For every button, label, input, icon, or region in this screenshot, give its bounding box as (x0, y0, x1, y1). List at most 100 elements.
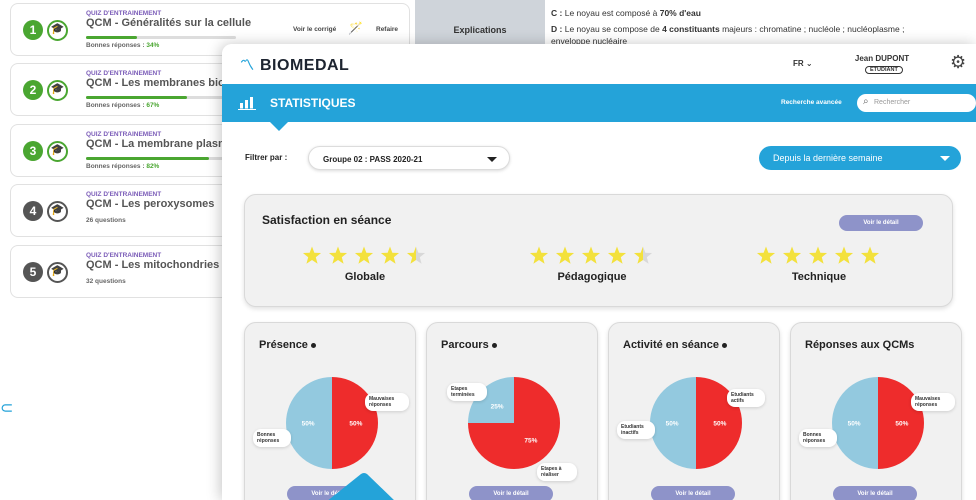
star-icon (581, 246, 601, 264)
star-icon (808, 246, 828, 264)
star-rating (756, 246, 880, 264)
star-icon (860, 246, 880, 264)
pie-chart: 50% 50% (832, 377, 924, 469)
view-detail-button[interactable]: Voir le détail (839, 215, 923, 231)
activity-card: Activité en séance 50% 50% Etudiants acti… (608, 322, 780, 500)
quiz-number: 5 (23, 262, 43, 282)
satisfaction-card: Satisfaction en séance Voir le détail Gl… (244, 194, 953, 307)
logo[interactable]: 〽 BIOMEDAL (240, 55, 349, 75)
info-icon[interactable] (491, 342, 497, 348)
graduation-cap-icon: 🎓 (47, 20, 68, 41)
legend-bubble: Mauvaises réponses (911, 393, 955, 411)
quiz-question-count: 26 questions (86, 217, 126, 224)
quiz-title: QCM - Généralités sur la cellule (86, 17, 252, 29)
legend-bubble: Bonnes réponses (253, 429, 291, 447)
quiz-score: Bonnes réponses : 34% (86, 42, 160, 49)
gear-icon[interactable]: ⚙ (950, 52, 966, 73)
logo-mark-icon: 〽 (240, 57, 255, 73)
bar-chart-icon (238, 97, 256, 110)
view-detail-button[interactable]: Voir le détail (651, 486, 735, 500)
language-selector[interactable]: FR ⌄ (793, 59, 813, 68)
partial-icon: ⊂ (0, 400, 14, 417)
retry-link[interactable]: Refaire (376, 26, 398, 33)
quiz-number: 2 (23, 80, 43, 100)
pie-slice-value: 50% (713, 421, 726, 428)
star-rating (302, 246, 426, 264)
quiz-type: QUIZ D'ENTRAINEMENT (86, 131, 162, 138)
user-role-badge: ÉTUDIANT (865, 66, 903, 74)
pie-slice-value: 50% (349, 421, 362, 428)
graduation-cap-icon: 🎓 (47, 262, 68, 283)
graduation-cap-icon: 🎓 (47, 141, 68, 162)
legend-bubble: Etapes terminées (447, 383, 487, 401)
search-input[interactable]: ⌕ Rechercher (857, 94, 976, 112)
explanation-line-c: C : Le noyau est composé à 70% d'eau (551, 8, 701, 18)
view-detail-button[interactable]: Voir le détail (469, 486, 553, 500)
quiz-type: QUIZ D'ENTRAINEMENT (86, 191, 162, 198)
legend-bubble: Etudiants inactifs (617, 421, 655, 439)
star-icon (380, 246, 400, 264)
explanation-line-d: D : Le noyau se compose de 4 constituant… (551, 24, 905, 34)
caret-down-icon (487, 157, 497, 162)
legend-bubble: Mauvaises réponses (365, 393, 409, 411)
qcm-answers-card: Réponses aux QCMs 50% 50% Mauvaises répon… (790, 322, 962, 500)
legend-bubble: Etudiants actifs (727, 389, 765, 407)
graduation-cap-icon: 🎓 (47, 201, 68, 222)
quiz-type: QUIZ D'ENTRAINEMENT (86, 252, 162, 259)
graduation-cap-icon: 🎓 (47, 80, 68, 101)
quiz-question-count: 32 questions (86, 278, 126, 285)
quiz-progress-bar (86, 157, 236, 160)
star-icon (633, 246, 653, 264)
advanced-search-link[interactable]: Recherche avancée (781, 99, 842, 106)
star-rating (529, 246, 653, 264)
info-icon[interactable] (310, 342, 316, 348)
statistics-window: 〽 BIOMEDAL FR ⌄ Jean DUPONT ÉTUDIANT ⚙ ST… (222, 44, 976, 500)
page-title: STATISTIQUES (270, 96, 356, 110)
star-icon (302, 246, 322, 264)
view-correction-link[interactable]: Voir le corrigé (293, 26, 336, 33)
quiz-number: 4 (23, 201, 43, 221)
star-icon (328, 246, 348, 264)
toolbar: STATISTIQUES Recherche avancée ⌕ Recherc… (222, 84, 976, 122)
pie-slice-value: 50% (666, 421, 679, 428)
user-name[interactable]: Jean DUPONT (852, 54, 912, 63)
info-icon[interactable] (722, 342, 727, 348)
star-icon (834, 246, 854, 264)
magic-wand-icon[interactable]: 🪄 (348, 21, 363, 35)
quiz-number: 1 (23, 20, 43, 40)
card-title: Réponses aux QCMs (805, 339, 915, 351)
quiz-progress-bar (86, 96, 236, 99)
view-detail-button[interactable]: Voir le détail (833, 486, 917, 500)
star-icon (756, 246, 776, 264)
legend-bubble: Etapes à réaliser (537, 463, 577, 481)
star-icon (406, 246, 426, 264)
tab-pointer (270, 122, 288, 131)
card-title: Activité en séance (623, 339, 727, 351)
quiz-score: Bonnes réponses : 67% (86, 102, 160, 109)
pie-slice-value: 25% (491, 404, 504, 411)
quiz-progress-bar (86, 36, 236, 39)
star-icon (529, 246, 549, 264)
star-icon (607, 246, 627, 264)
rating-label: Pédagogique (557, 271, 627, 283)
pie-slice-value: 50% (895, 421, 908, 428)
rating-label: Technique (791, 271, 847, 283)
search-placeholder: Rechercher (874, 99, 911, 106)
card-title: Présence (259, 339, 316, 351)
group-select-value: Groupe 02 : PASS 2020-21 (323, 155, 423, 164)
period-select-value: Depuis la dernière semaine (773, 153, 883, 163)
pie-chart: 50% 50% (286, 377, 378, 469)
group-select[interactable]: Groupe 02 : PASS 2020-21 (308, 146, 510, 170)
pie-slice-value: 50% (302, 421, 315, 428)
card-title: Satisfaction en séance (262, 213, 392, 227)
pie-slice-value: 50% (848, 421, 861, 428)
parcours-card: Parcours 75% 25% Etapes terminées Etapes … (426, 322, 598, 500)
card-title: Parcours (441, 339, 497, 351)
period-select[interactable]: Depuis la dernière semaine (759, 146, 961, 170)
filter-label: Filtrer par : (245, 153, 288, 162)
pie-slice-value: 75% (524, 437, 537, 444)
quiz-type: QUIZ D'ENTRAINEMENT (86, 70, 162, 77)
star-icon (782, 246, 802, 264)
top-bar: 〽 BIOMEDAL FR ⌄ Jean DUPONT ÉTUDIANT ⚙ (222, 44, 976, 84)
quiz-type: QUIZ D'ENTRAINEMENT (86, 10, 162, 17)
